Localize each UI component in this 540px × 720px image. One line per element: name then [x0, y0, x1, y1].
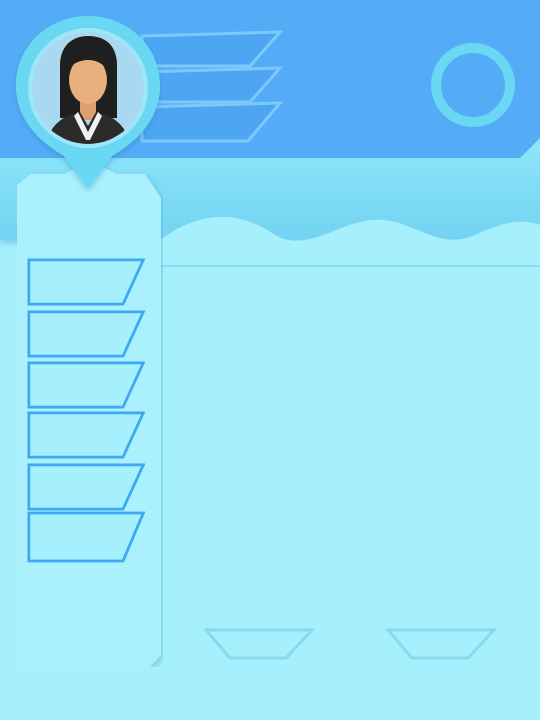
ring-icon[interactable] [431, 43, 515, 127]
sidebar-tab-6[interactable] [27, 509, 147, 565]
header-tab-2[interactable] [140, 66, 285, 106]
sidebar [17, 160, 163, 667]
sidebar-tab-4[interactable] [27, 407, 147, 463]
sidebar-tab-3[interactable] [27, 357, 147, 413]
header-tab-1[interactable] [140, 30, 285, 70]
bottom-tab-2[interactable] [386, 628, 496, 660]
avatar[interactable] [16, 16, 160, 188]
sidebar-tab-5[interactable] [27, 459, 147, 515]
header-tab-3[interactable] [140, 101, 285, 145]
sidebar-tab-1[interactable] [27, 254, 147, 310]
bottom-tab-1[interactable] [204, 628, 314, 660]
sidebar-tab-2[interactable] [27, 306, 147, 362]
